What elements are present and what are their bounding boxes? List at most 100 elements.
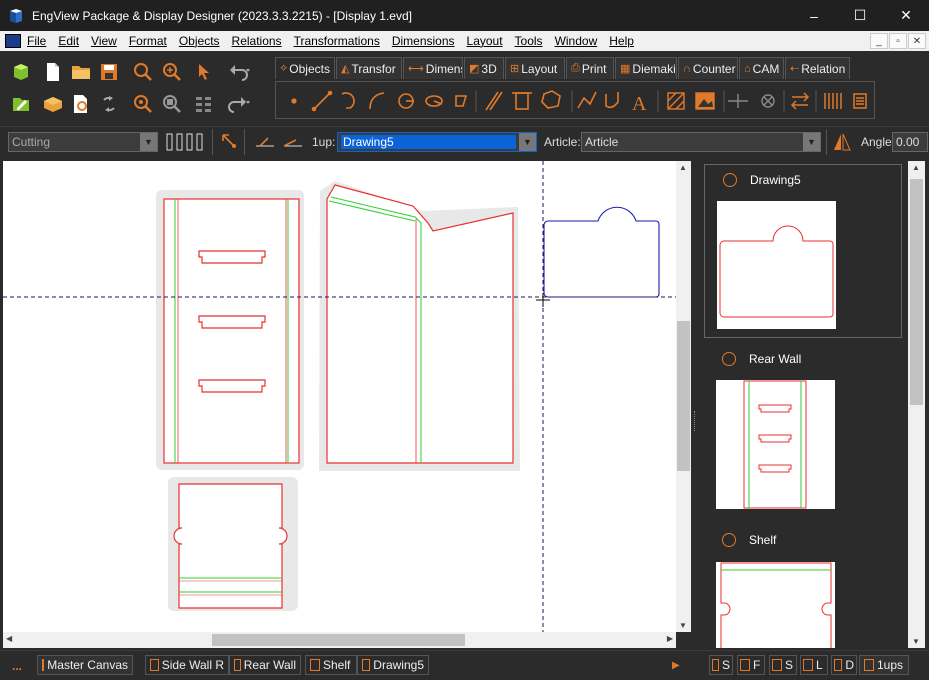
menu-layout[interactable]: Layout (467, 34, 503, 48)
horizontal-align-icon[interactable] (254, 132, 276, 152)
zoom-fit-icon[interactable] (132, 93, 154, 115)
menu-file[interactable]: File (27, 34, 46, 48)
minimize-button[interactable]: – (791, 0, 837, 31)
zoom-icon[interactable] (132, 61, 154, 83)
mdi-close-button[interactable]: ✕ (908, 33, 926, 49)
drawing-canvas[interactable] (3, 161, 676, 632)
radio-shelf[interactable] (722, 533, 736, 547)
menu-tools[interactable]: Tools (515, 34, 543, 48)
tab-3d[interactable]: ◩ 3D (464, 57, 504, 79)
refresh-icon[interactable] (98, 93, 120, 115)
radio-rear-wall[interactable] (722, 352, 736, 366)
more-tabs-button[interactable]: ... (12, 659, 22, 673)
mdi-minimize-button[interactable]: _ (870, 33, 888, 49)
menu-format[interactable]: Format (129, 34, 167, 48)
canvas-horizontal-scrollbar[interactable]: ◀ ▶ (3, 632, 676, 648)
side-wall-drawing[interactable] (156, 190, 304, 470)
tab-diemaking[interactable]: ▦ Diemaki (615, 57, 677, 79)
pointer-arrow-icon[interactable] (220, 132, 238, 152)
angle-input[interactable]: 0.00 (892, 132, 928, 152)
panel-tab-s[interactable]: S (709, 655, 733, 675)
tab-side-wall-r[interactable]: Side Wall R (145, 655, 229, 675)
vertical-scroll-thumb[interactable] (677, 321, 690, 471)
tab-objects[interactable]: ⟡ Objects (275, 57, 335, 79)
oneup-card-shelf[interactable]: Shelf (704, 526, 902, 648)
tab-counter[interactable]: ∩ Counter (678, 57, 738, 79)
new-project-icon[interactable] (10, 61, 32, 83)
mirror-icon[interactable] (832, 132, 852, 152)
tab-drawing5[interactable]: Drawing5 (357, 655, 429, 675)
angle-label: Angle (861, 135, 892, 149)
tab-layout[interactable]: ⊞ Layout (505, 57, 565, 79)
save-icon[interactable] (98, 61, 120, 83)
drawing5-outline[interactable] (543, 206, 660, 298)
menu-transformations[interactable]: Transformations (294, 34, 380, 48)
menu-dimensions[interactable]: Dimensions (392, 34, 455, 48)
grid-view-icon[interactable] (193, 93, 215, 115)
oneup-card-rear-wall[interactable]: Rear Wall (704, 345, 902, 519)
3d-box-icon[interactable] (42, 93, 64, 115)
menu-edit[interactable]: Edit (58, 34, 79, 48)
menu-relations[interactable]: Relations (232, 34, 282, 48)
scroll-up-icon[interactable]: ▲ (679, 163, 687, 172)
tab-dimensions[interactable]: ⟷Dimensi (403, 57, 463, 79)
canvas-vertical-scrollbar[interactable]: ▲ ▼ (676, 161, 691, 632)
scroll-up-icon[interactable]: ▲ (912, 163, 920, 172)
tab-cam[interactable]: ⌂ CAM (739, 57, 784, 79)
panel-tab-l[interactable]: L (800, 655, 828, 675)
panel-tab-f[interactable]: F (737, 655, 765, 675)
panel-scroll-thumb[interactable] (910, 179, 923, 405)
undo-icon[interactable] (228, 61, 250, 83)
thumbnail-rear-wall-shape (743, 380, 807, 509)
open-folder-icon[interactable] (70, 61, 92, 83)
oneup-card-drawing5[interactable]: Drawing5 (704, 164, 902, 338)
menu-help[interactable]: Help (609, 34, 634, 48)
scroll-down-icon[interactable]: ▼ (679, 621, 687, 630)
tab-relations[interactable]: ⇠ Relation (785, 57, 850, 79)
mdi-restore-button[interactable]: ▫ (889, 33, 907, 49)
zoom-in-icon[interactable] (161, 61, 183, 83)
maximize-button[interactable]: ☐ (837, 0, 883, 31)
scroll-down-icon[interactable]: ▼ (912, 637, 920, 646)
panel-tab-d[interactable]: D (831, 655, 857, 675)
chevron-down-icon[interactable]: ▼ (803, 133, 820, 151)
select-arrow-icon[interactable] (193, 61, 215, 83)
panel-splitter[interactable] (691, 161, 698, 648)
scroll-right-icon[interactable]: ▶ (667, 634, 673, 643)
line-type-icons[interactable] (166, 132, 206, 152)
article-combo[interactable]: Article ▼ (581, 132, 821, 152)
document-icon[interactable] (5, 34, 21, 48)
oneups-panel-scrollbar[interactable]: ▲ ▼ (908, 161, 925, 648)
panel-tab-1ups[interactable]: 1ups (859, 655, 909, 675)
zoom-window-icon[interactable] (161, 93, 183, 115)
panel-tab-s2[interactable]: S (769, 655, 797, 675)
close-button[interactable]: ✕ (883, 0, 929, 31)
radio-drawing5[interactable] (723, 173, 737, 187)
oneup-combo[interactable]: Drawing5 ▼ (337, 132, 537, 152)
menu-view[interactable]: View (91, 34, 117, 48)
angle-align-icon[interactable] (282, 132, 304, 152)
scroll-left-icon[interactable]: ◀ (6, 634, 12, 643)
new-file-icon[interactable] (42, 61, 64, 83)
cutting-combo[interactable]: Cutting ▼ (8, 132, 158, 152)
ribbon-tabs: ⟡Objects ◭Transfor ⟷Dimensi ◩3D ⊞Layout … (275, 57, 851, 79)
chevron-down-icon[interactable]: ▼ (140, 133, 157, 151)
menu-window[interactable]: Window (555, 34, 598, 48)
shelf-drawing[interactable] (168, 477, 298, 611)
tab-rear-wall[interactable]: Rear Wall (229, 655, 301, 675)
panel-icon (834, 659, 843, 671)
rear-wall-drawing[interactable] (319, 181, 520, 471)
edit-green-icon[interactable] (10, 93, 32, 115)
tab-transformations[interactable]: ◭ Transfor (336, 57, 402, 79)
tab-shelf[interactable]: Shelf (305, 655, 357, 675)
tab-print[interactable]: ⎙ Print (566, 57, 614, 79)
preview-icon[interactable] (70, 93, 92, 115)
tab-master-canvas[interactable]: Master Canvas (37, 655, 133, 675)
horizontal-scroll-thumb[interactable] (212, 634, 465, 646)
menu-objects[interactable]: Objects (179, 34, 220, 48)
redo-icon[interactable] (228, 93, 250, 115)
chevron-down-icon[interactable]: ▼ (519, 133, 536, 151)
relations-icon: ⇠ (790, 63, 800, 75)
splitter-grip[interactable] (694, 411, 695, 431)
tabs-scroll-right-icon[interactable]: ▶ (672, 660, 680, 671)
